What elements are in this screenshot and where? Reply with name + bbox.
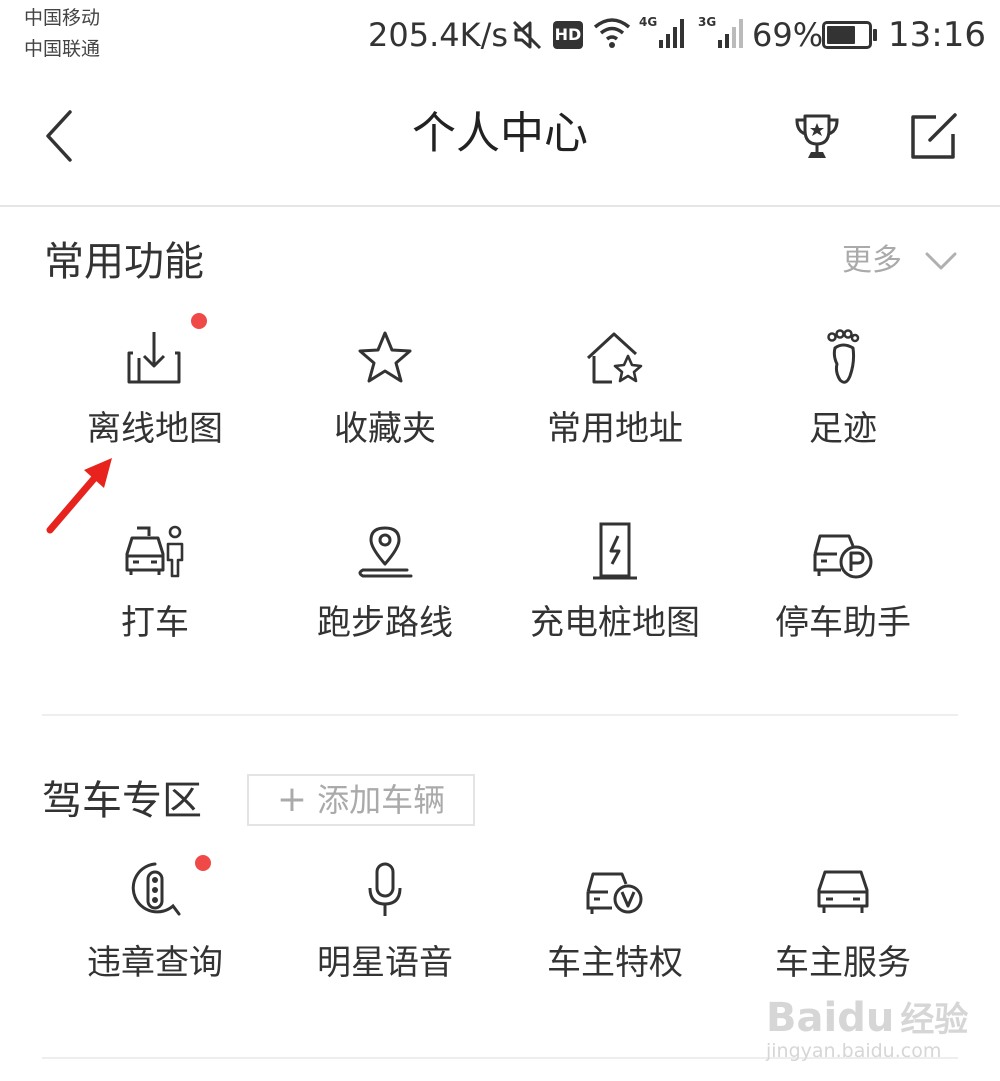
grid-item-star-voice[interactable]: 明星语音 (270, 860, 500, 980)
page-title: 个人中心 (412, 108, 588, 159)
mute-icon (512, 20, 542, 50)
footprint-icon (827, 329, 860, 384)
battery-icon (822, 21, 872, 49)
grid-item-label: 足迹 (809, 409, 877, 449)
grid-item-owner-services[interactable]: 车主服务 (728, 860, 958, 980)
clock: 13:16 (888, 15, 986, 55)
notification-dot (191, 313, 207, 329)
add-vehicle-button[interactable]: + 添加车辆 (247, 774, 475, 826)
baidu-watermark-url: jingyan.baidu.com (766, 1040, 942, 1062)
plus-icon: + (276, 779, 307, 820)
add-vehicle-label: 添加车辆 (317, 781, 446, 819)
car-icon (817, 870, 869, 913)
common-functions-title: 常用功能 (44, 239, 204, 285)
grid-item-parking[interactable]: 停车助手 (728, 522, 958, 640)
grid-item-label: 收藏夹 (334, 409, 436, 449)
notification-dot (195, 855, 211, 871)
wifi-icon (593, 18, 631, 48)
grid-item-label: 车主特权 (547, 943, 683, 983)
battery-tip (873, 29, 877, 41)
taxi-icon (125, 525, 184, 578)
grid-item-common-address[interactable]: 常用地址 (500, 328, 730, 446)
offline-map-icon (127, 332, 181, 384)
carrier-1: 中国移动 (24, 7, 101, 29)
edit-icon[interactable] (908, 112, 960, 162)
trophy-icon[interactable] (792, 112, 842, 162)
signal-icon-1 (659, 19, 684, 48)
grid-item-offline-map[interactable]: 离线地图 (40, 328, 270, 446)
red-arrow-annotation (46, 458, 112, 534)
location-pin-icon (358, 526, 413, 578)
home-star-icon (586, 332, 643, 384)
traffic-light-icon (131, 862, 181, 916)
section-divider (42, 714, 958, 716)
star-icon (358, 331, 412, 383)
header-divider (0, 205, 1000, 207)
grid-item-favorites[interactable]: 收藏夹 (270, 328, 500, 446)
car-vip-icon (586, 872, 643, 914)
grid-item-label: 违章查询 (87, 943, 223, 983)
grid-item-label: 停车助手 (775, 603, 911, 643)
driving-zone-title: 驾车专区 (42, 778, 202, 824)
grid-item-label: 充电桩地图 (530, 603, 700, 643)
grid-item-charging-map[interactable]: 充电桩地图 (500, 522, 730, 640)
grid-item-label: 明星语音 (317, 943, 453, 983)
grid-item-footprint[interactable]: 足迹 (728, 328, 958, 446)
signal-icon-2 (718, 19, 743, 48)
grid-item-taxi[interactable]: 打车 (40, 522, 270, 640)
baidu-watermark-logo: Baidu 经验 (766, 995, 969, 1041)
status-bar: 中国移动 中国联通 205.4K/s HD 4G 3G 69% 13:16 (0, 0, 1000, 70)
network-speed: 205.4K/s (368, 16, 509, 54)
grid-item-label: 离线地图 (87, 409, 223, 449)
more-label: 更多 (842, 243, 902, 278)
microphone-icon (368, 862, 402, 916)
grid-item-label: 打车 (121, 603, 189, 643)
more-button[interactable]: 更多 (842, 243, 957, 278)
grid-item-label: 车主服务 (775, 943, 911, 983)
grid-item-label: 常用地址 (547, 409, 683, 449)
carrier-2: 中国联通 (24, 38, 101, 60)
grid-item-violation-query[interactable]: 违章查询 (40, 860, 270, 980)
charging-pile-icon (593, 522, 637, 580)
hd-badge: HD (553, 21, 583, 49)
grid-item-owner-privileges[interactable]: 车主特权 (500, 860, 730, 980)
grid-item-running-route[interactable]: 跑步路线 (270, 522, 500, 640)
parking-icon (813, 534, 873, 579)
chevron-down-icon (925, 252, 957, 270)
battery-percent: 69% (752, 16, 824, 54)
grid-item-label: 跑步路线 (317, 603, 453, 643)
